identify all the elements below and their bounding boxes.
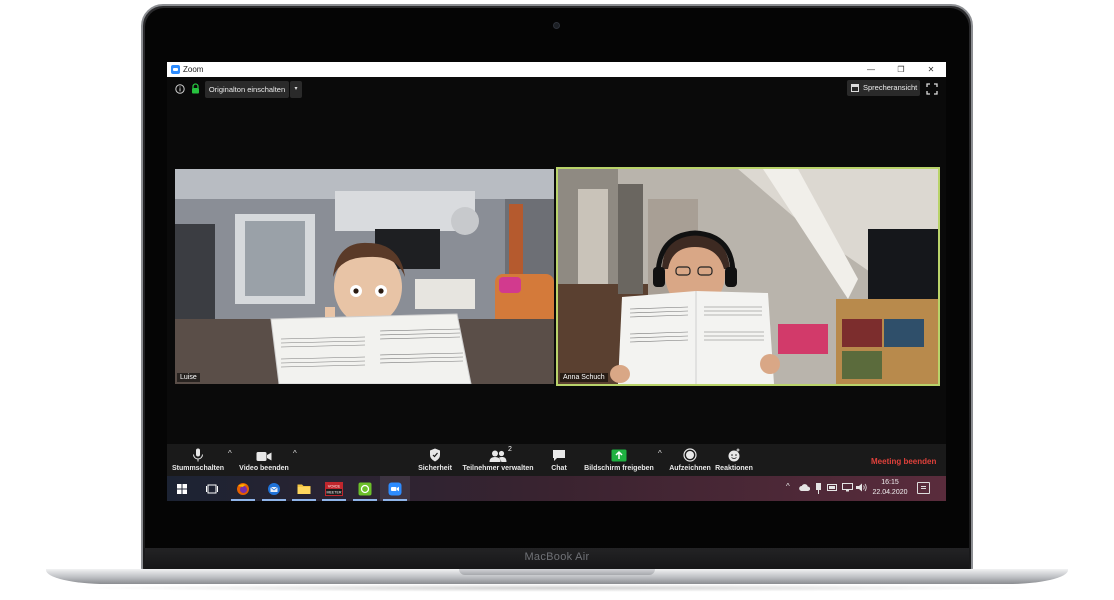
video-tile-anna-schuch[interactable]: Anna Schuch — [556, 167, 940, 386]
share-options-caret[interactable]: ^ — [658, 449, 662, 458]
usb-device-icon[interactable] — [815, 483, 822, 496]
reactions-smiley-icon — [715, 444, 753, 462]
video-feed-luise — [175, 169, 554, 384]
video-feed-anna-schuch — [558, 169, 938, 384]
action-center-icon[interactable] — [917, 482, 930, 494]
speaker-view-button[interactable]: Sprecheransicht — [847, 80, 920, 96]
laptop-shadow — [70, 584, 1044, 592]
record-icon — [669, 444, 711, 462]
original-sound-button[interactable]: Originalton einschalten — [205, 81, 289, 98]
task-view-icon[interactable] — [197, 476, 227, 501]
minimize-button[interactable]: — — [856, 62, 886, 77]
clock-time: 16:15 — [881, 479, 899, 486]
participant-name-luise: Luise — [177, 373, 200, 382]
chat-bubble-icon — [547, 444, 571, 462]
volume-icon[interactable] — [856, 483, 867, 494]
zoom-window: Zoom — ❐ ✕ Originalton einschalten ▾ Spr… — [167, 62, 946, 501]
mute-label: Stummschalten — [171, 465, 225, 472]
mute-button[interactable]: Stummschalten — [170, 444, 226, 476]
file-explorer-icon[interactable] — [289, 476, 319, 501]
stop-video-button[interactable]: Video beenden — [237, 444, 291, 476]
svg-text:MEETER: MEETER — [327, 490, 342, 494]
close-button[interactable]: ✕ — [916, 62, 946, 77]
record-label: Aufzeichnen — [669, 465, 711, 472]
windows-start-icon[interactable] — [167, 476, 197, 501]
lock-icon[interactable] — [191, 83, 200, 94]
end-meeting-button[interactable]: Meeting beenden — [871, 457, 936, 466]
window-title: Zoom — [183, 65, 204, 74]
laptop-brand-label: MacBook Air — [524, 551, 590, 563]
system-clock[interactable]: 16:15 22.04.2020 — [867, 478, 913, 498]
video-options-caret[interactable]: ^ — [293, 449, 297, 458]
onedrive-cloud-icon[interactable] — [799, 484, 811, 493]
manage-participants-label: Teilnehmer verwalten — [462, 465, 534, 472]
battery-icon[interactable] — [827, 484, 838, 493]
manage-participants-button[interactable]: Teilnehmer verwalten — [462, 444, 534, 476]
network-icon[interactable] — [842, 483, 853, 494]
window-titlebar: Zoom — ❐ ✕ — [167, 62, 946, 77]
reactions-label: Reaktionen — [715, 465, 753, 472]
fullscreen-icon[interactable] — [926, 82, 938, 95]
reactions-button[interactable]: Reaktionen — [715, 444, 753, 476]
zoom-taskbar-icon[interactable] — [380, 476, 410, 501]
firefox-icon[interactable] — [228, 476, 258, 501]
participants-icon — [462, 444, 534, 462]
security-label: Sicherheit — [418, 465, 452, 472]
security-button[interactable]: Sicherheit — [417, 444, 453, 476]
record-button[interactable]: Aufzeichnen — [669, 444, 711, 476]
original-sound-menu-button[interactable]: ▾ — [290, 81, 302, 98]
audio-options-caret[interactable]: ^ — [228, 449, 232, 458]
share-screen-icon — [584, 444, 654, 462]
stop-video-label: Video beenden — [239, 465, 289, 472]
svg-text:VOICE: VOICE — [328, 483, 341, 488]
voicemeeter-icon[interactable]: VOICE MEETER — [319, 476, 349, 501]
webcam — [553, 22, 560, 29]
participants-count-badge: 2 — [508, 446, 512, 453]
zoom-logo-icon — [171, 65, 180, 74]
video-tile-luise[interactable]: Luise — [175, 169, 554, 384]
speaker-view-label: Sprecheransicht — [863, 83, 918, 92]
chat-label: Chat — [551, 465, 567, 472]
green-app-icon[interactable] — [350, 476, 380, 501]
windows-taskbar: VOICE MEETER ^ 16:15 22.04.2020 — [167, 476, 946, 501]
share-screen-button[interactable]: Bildschirm freigeben — [584, 444, 654, 476]
laptop-notch — [459, 569, 655, 575]
restore-button[interactable]: ❐ — [886, 62, 916, 77]
chat-button[interactable]: Chat — [547, 444, 571, 476]
laptop-chin: MacBook Air — [145, 548, 969, 570]
shield-icon — [417, 444, 453, 462]
video-camera-icon — [237, 444, 291, 462]
thunderbird-icon[interactable] — [259, 476, 289, 501]
participant-name-anna-schuch: Anna Schuch — [560, 373, 608, 382]
clock-date: 22.04.2020 — [872, 489, 908, 496]
share-screen-label: Bildschirm freigeben — [584, 465, 654, 472]
meeting-controls-bar: Stummschalten ^ Video beenden ^ Sicherhe… — [167, 444, 946, 476]
speaker-view-icon — [851, 84, 859, 92]
microphone-icon — [170, 444, 226, 462]
info-icon[interactable] — [175, 84, 185, 94]
product-mockup: MacBook Air Zoom — ❐ ✕ Originalton einsc… — [0, 0, 1114, 600]
tray-overflow-chevron[interactable]: ^ — [786, 482, 790, 491]
